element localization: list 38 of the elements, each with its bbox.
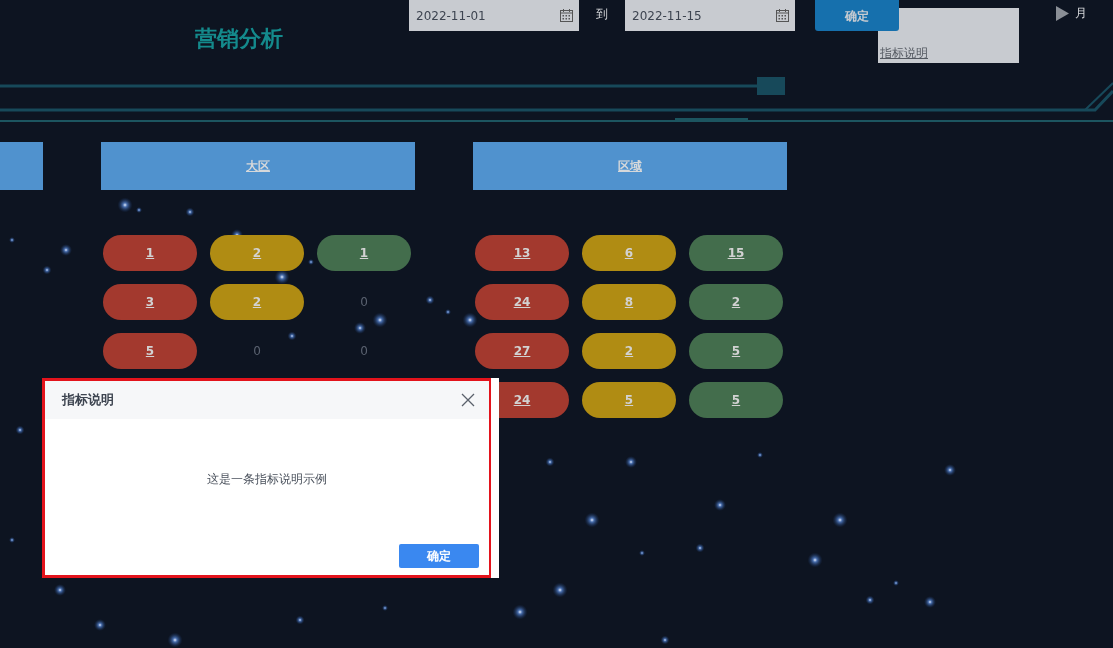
header-link[interactable]: 区域 (618, 157, 642, 175)
dialog-title: 指标说明 (62, 391, 114, 410)
end-date-field[interactable]: 2022-11-15 (625, 0, 795, 31)
count-link[interactable]: 3 (145, 293, 155, 311)
dialog-message: 这是一条指标说明示例 (207, 470, 327, 488)
count-value: 0 (360, 294, 368, 311)
range-separator: 到 (595, 6, 609, 23)
count-value: 0 (253, 343, 261, 360)
count-link[interactable]: 1 (359, 244, 369, 262)
play-icon[interactable] (1056, 5, 1069, 21)
header-link[interactable]: 大区 (246, 157, 270, 175)
count-link[interactable]: 5 (731, 342, 741, 360)
count-link[interactable]: 1 (145, 244, 155, 262)
count-link[interactable]: 24 (513, 391, 531, 409)
count-link[interactable]: 15 (727, 244, 745, 262)
period-label[interactable]: 月 (1075, 4, 1087, 22)
calendar-icon[interactable] (560, 9, 573, 22)
count-link[interactable]: 13 (513, 244, 531, 262)
count-link[interactable]: 5 (624, 391, 634, 409)
count-link[interactable]: 8 (624, 293, 634, 311)
count-link[interactable]: 2 (252, 244, 262, 262)
count-link[interactable]: 6 (624, 244, 634, 262)
count-link[interactable]: 2 (731, 293, 741, 311)
confirm-button[interactable]: 确定 (815, 0, 899, 31)
count-link[interactable]: 24 (513, 293, 531, 311)
column-header (0, 142, 43, 190)
count-value: 0 (360, 343, 368, 360)
count-link[interactable]: 5 (145, 342, 155, 360)
count-link[interactable]: 5 (731, 391, 741, 409)
count-link[interactable]: 2 (624, 342, 634, 360)
count-link[interactable]: 2 (252, 293, 262, 311)
start-date-field[interactable]: 2022-11-01 (409, 0, 579, 31)
count-link[interactable]: 27 (513, 342, 531, 360)
calendar-icon[interactable] (776, 9, 789, 22)
close-icon[interactable] (461, 393, 475, 407)
info-link[interactable]: 指标说明 (880, 44, 928, 62)
ok-button[interactable]: 确定 (399, 544, 479, 568)
page-title: 营销分析 (194, 25, 284, 53)
